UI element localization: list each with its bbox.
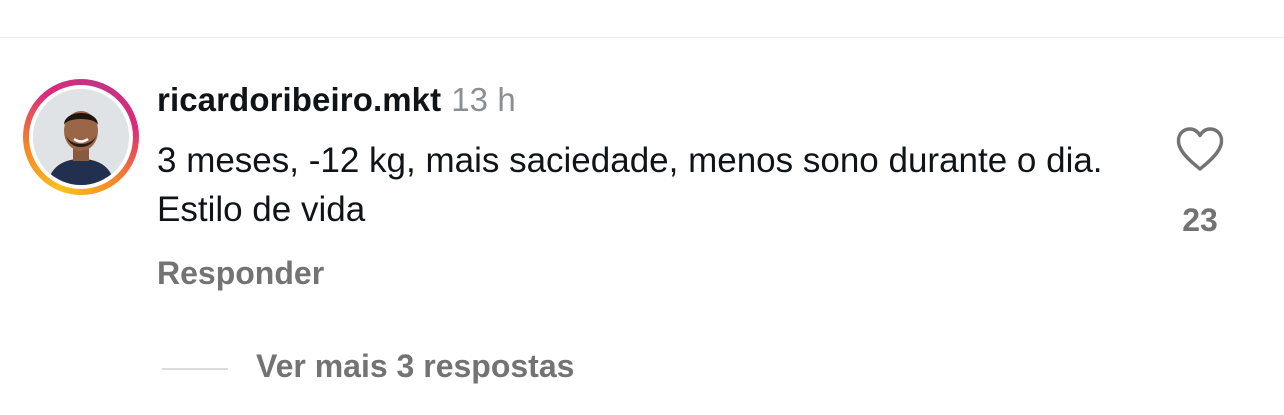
replies-divider	[162, 368, 228, 370]
reply-button[interactable]: Responder	[157, 255, 324, 292]
comment-header: ricardoribeiro.mkt 13 h	[157, 81, 516, 119]
comment-screen: ricardoribeiro.mkt 13 h 3 meses, -12 kg, …	[0, 0, 1284, 415]
avatar-photo	[33, 89, 129, 185]
avatar[interactable]	[33, 89, 129, 185]
like-count: 23	[1182, 202, 1218, 238]
username-link[interactable]: ricardoribeiro.mkt	[157, 81, 441, 118]
view-more-replies-button[interactable]: Ver mais 3 respostas	[256, 348, 574, 385]
heart-outline-icon[interactable]	[1175, 126, 1225, 172]
top-divider	[0, 37, 1284, 38]
comment-timestamp: 13 h	[451, 81, 516, 118]
avatar-gap	[29, 85, 133, 189]
comment-text: 3 meses, -12 kg, mais saciedade, menos s…	[157, 141, 1103, 229]
avatar-story-ring[interactable]	[23, 79, 139, 195]
